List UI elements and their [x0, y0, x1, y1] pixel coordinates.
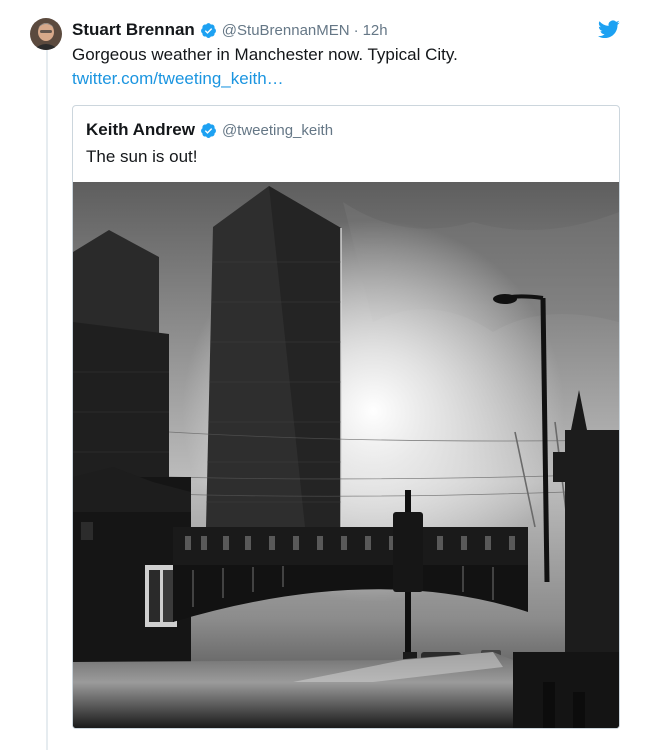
quoted-tweet-photo[interactable] — [73, 182, 619, 728]
author-name[interactable]: Stuart Brennan — [72, 20, 195, 40]
quoted-tweet-text: The sun is out! — [86, 147, 198, 166]
verified-badge-icon — [200, 122, 217, 139]
tweet-body-text: Gorgeous weather in Manchester now. Typi… — [72, 45, 458, 64]
quoted-tweet-card[interactable]: Keith Andrew @tweeting_keith The sun is … — [72, 105, 620, 729]
quoted-author-handle: @tweeting_keith — [221, 121, 334, 139]
author-handle[interactable]: @StuBrennanMEN — [222, 22, 350, 39]
quoted-tweet-link[interactable]: twitter.com/tweeting_keith… — [72, 68, 284, 90]
quoted-tweet-header: Keith Andrew @tweeting_keith — [86, 119, 333, 141]
thread-connector-line — [46, 50, 48, 750]
tweet-timestamp[interactable]: 12h — [363, 22, 388, 39]
quoted-author-name: Keith Andrew — [86, 120, 195, 139]
tweet-header: Stuart Brennan @StuBrennanMEN · 12h — [72, 19, 388, 41]
author-avatar[interactable] — [30, 18, 62, 50]
separator-dot: · — [353, 21, 359, 39]
verified-badge-icon — [200, 22, 217, 39]
twitter-bird-icon[interactable] — [598, 20, 620, 39]
